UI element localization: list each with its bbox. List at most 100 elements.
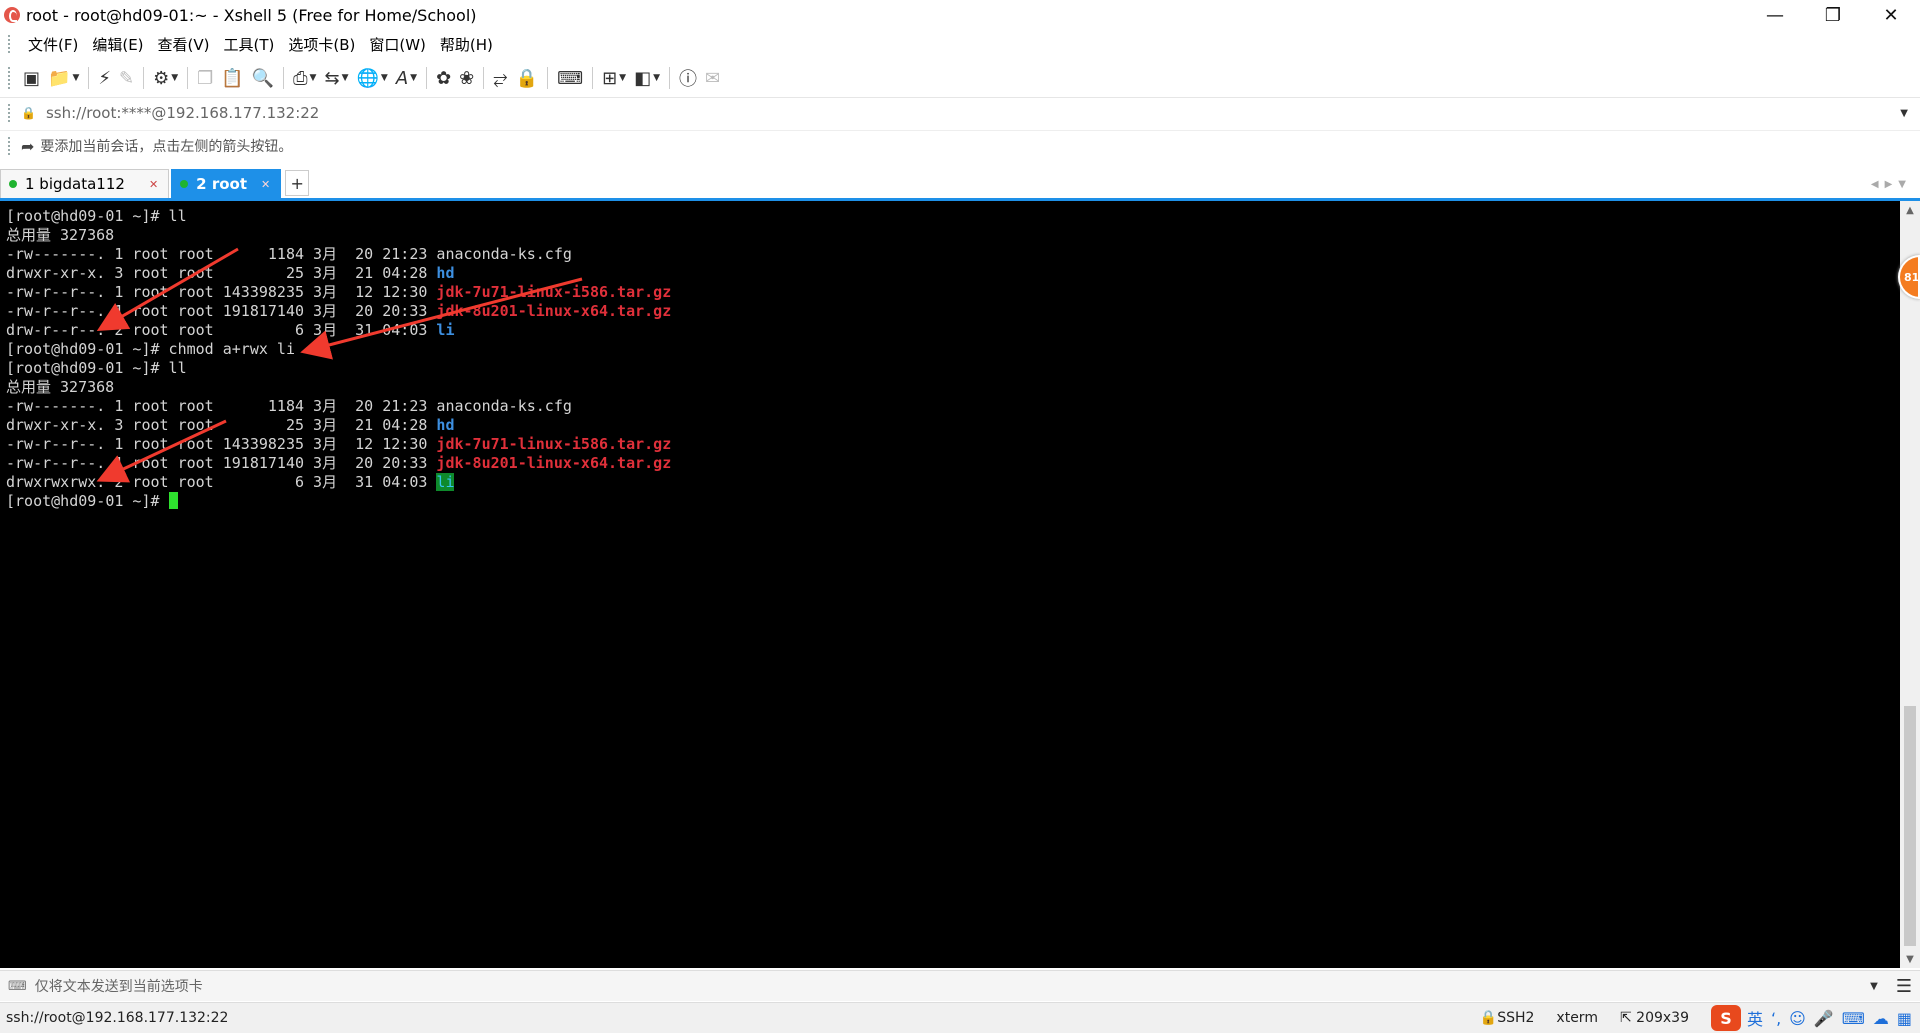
toolbar-divider bbox=[143, 67, 145, 89]
skin-icon[interactable]: ☁ bbox=[1873, 1009, 1889, 1028]
connected-status-dot-icon bbox=[180, 180, 189, 188]
status-protocol: 🔒SSH2 bbox=[1480, 1010, 1535, 1026]
copy-icon[interactable]: ❐ bbox=[193, 65, 217, 91]
chevron-down-icon[interactable]: ▼ bbox=[381, 73, 388, 83]
address-grip[interactable] bbox=[8, 104, 13, 122]
soft-keyboard-icon[interactable]: ⌨ bbox=[1842, 1009, 1865, 1028]
minimize-button[interactable]: — bbox=[1746, 0, 1804, 30]
hamburger-menu-icon[interactable]: ☰ bbox=[1896, 976, 1912, 997]
address-bar: 🔒 ▼ bbox=[0, 97, 1920, 128]
layout-icon[interactable]: ◧ ▼ bbox=[630, 65, 664, 91]
properties-icon[interactable]: ⚙ ▼ bbox=[149, 65, 182, 91]
status-terminal-type: xterm bbox=[1556, 1010, 1598, 1026]
address-dropdown-icon[interactable]: ▼ bbox=[1900, 108, 1908, 119]
compose-icon[interactable]: ⌨ bbox=[8, 979, 27, 994]
compose-dropdown-icon[interactable]: ▼ bbox=[1870, 981, 1878, 992]
chevron-down-icon[interactable]: ▼ bbox=[619, 73, 626, 83]
add-tab-button[interactable]: + bbox=[285, 170, 310, 196]
session-hint-bar: ➦ 要添加当前会话，点击左侧的箭头按钮。 bbox=[0, 130, 1920, 161]
toolbar-divider bbox=[187, 67, 189, 89]
scroll-down-icon[interactable]: ▼ bbox=[1900, 950, 1920, 968]
maximize-button[interactable]: ❐ bbox=[1804, 0, 1862, 30]
toolbar-divider bbox=[426, 67, 428, 89]
red-annotation-arrow bbox=[96, 247, 239, 332]
punctuation-icon[interactable]: ‘, bbox=[1771, 1009, 1781, 1028]
disconnect-icon[interactable]: ✎ bbox=[115, 65, 138, 91]
status-protocol-text: SSH2 bbox=[1497, 1010, 1535, 1026]
status-size: ⇱ 209x39 bbox=[1620, 1010, 1689, 1026]
resize-icon: ⇱ bbox=[1619, 1010, 1637, 1026]
microphone-icon[interactable]: 🎤 bbox=[1814, 1009, 1834, 1028]
compose-bar: ⌨ 仅将文本发送到当前选项卡 ▼ ☰ bbox=[0, 970, 1920, 1001]
close-button[interactable]: ✕ bbox=[1862, 0, 1920, 30]
chevron-down-icon[interactable]: ▼ bbox=[342, 73, 349, 83]
chevron-down-icon[interactable]: ▼ bbox=[72, 73, 79, 83]
red-annotation-arrow bbox=[300, 277, 583, 360]
globe-icon[interactable]: 🌐 ▼ bbox=[352, 65, 391, 91]
terminal-scrollbar[interactable]: ▲ ▼ bbox=[1900, 201, 1920, 968]
menu-help[interactable]: 帮助(H) bbox=[433, 34, 500, 55]
print-icon[interactable]: ⎙ ▼ bbox=[289, 65, 320, 91]
menu-tabs[interactable]: 选项卡(B) bbox=[281, 34, 362, 55]
xshell-app-icon[interactable] bbox=[4, 7, 20, 23]
lock-icon[interactable]: 🔒 bbox=[512, 65, 542, 91]
menu-bar: 文件(F) 编辑(E) 查看(V) 工具(T) 选项卡(B) 窗口(W) 帮助(… bbox=[0, 30, 1920, 58]
menu-grip[interactable] bbox=[8, 35, 13, 53]
chevron-down-icon[interactable]: ▼ bbox=[171, 73, 178, 83]
toolbar: ▣ 📁 ▼ ⚡ ✎ ⚙ ▼ ❐ 📋 🔍 ⎙ ▼ ⇆ ▼ 🌐 ▼ A ▼ ✿ ❀ ⥂ 🔒 ⌨ … bbox=[0, 60, 1920, 96]
terminal-pane[interactable]: [root@hd09-01 ~]# ll 总用量 327368 -rw-------… bbox=[0, 201, 1900, 968]
chevron-down-icon[interactable]: ▼ bbox=[653, 73, 660, 83]
scroll-thumb[interactable] bbox=[1904, 706, 1916, 946]
help-icon[interactable]: ⓘ bbox=[675, 65, 701, 91]
status-size-text: 209x39 bbox=[1636, 1010, 1689, 1026]
tab-label: 2 root bbox=[196, 175, 248, 193]
tab-bigdata112[interactable]: 1 bigdata112 ✕ bbox=[0, 169, 170, 198]
transfer-icon[interactable]: ⇆ ▼ bbox=[320, 65, 352, 91]
ime-tray: S 英 ‘, ☺ 🎤 ⌨ ☁ ▦ bbox=[1710, 1003, 1920, 1033]
menu-view[interactable]: 查看(V) bbox=[151, 34, 217, 55]
add-session-arrow-icon[interactable]: ➦ bbox=[21, 137, 34, 156]
reconnect-icon[interactable]: ⚡ bbox=[94, 65, 115, 91]
toolbar-divider bbox=[283, 67, 285, 89]
chat-icon[interactable]: ✉ bbox=[701, 65, 724, 91]
menu-file[interactable]: 文件(F) bbox=[21, 34, 85, 55]
toolbar-grip[interactable] bbox=[8, 67, 13, 89]
paste-icon[interactable]: 📋 bbox=[217, 65, 247, 91]
emoji-icon[interactable]: ☺ bbox=[1789, 1009, 1806, 1028]
hint-grip[interactable] bbox=[8, 137, 13, 155]
new-session-icon[interactable]: ▣ bbox=[19, 65, 44, 91]
sogou-ime-icon[interactable]: S bbox=[1710, 1005, 1741, 1031]
tab-scroll-arrows-icon[interactable]: ◀▶▼ bbox=[1871, 179, 1912, 190]
toolbox-icon[interactable]: ▦ bbox=[1897, 1009, 1912, 1028]
tab-close-icon[interactable]: ✕ bbox=[149, 178, 158, 191]
menu-edit[interactable]: 编辑(E) bbox=[85, 34, 150, 55]
new-tab-icon[interactable]: ⊞ ▼ bbox=[598, 65, 630, 91]
chevron-down-icon[interactable]: ▼ bbox=[310, 73, 317, 83]
keyboard-icon[interactable]: ⌨ bbox=[553, 65, 587, 91]
tab-label: 1 bigdata112 bbox=[25, 175, 125, 193]
menu-window[interactable]: 窗口(W) bbox=[362, 34, 433, 55]
tab-root[interactable]: 2 root ✕ bbox=[171, 169, 282, 198]
toolbar-divider bbox=[547, 67, 549, 89]
compose-input[interactable]: 仅将文本发送到当前选项卡 bbox=[35, 976, 1870, 996]
font-icon[interactable]: A ▼ bbox=[392, 65, 421, 91]
status-lock-icon: 🔒 bbox=[1479, 1010, 1498, 1026]
tab-bar: 1 bigdata112 ✕ 2 root ✕ + ◀▶▼ bbox=[0, 168, 1920, 198]
menu-tools[interactable]: 工具(T) bbox=[217, 34, 282, 55]
xftp-icon[interactable]: ✿ bbox=[432, 65, 455, 91]
chevron-down-icon[interactable]: ▼ bbox=[410, 73, 417, 83]
tab-close-icon[interactable]: ✕ bbox=[261, 178, 270, 191]
connected-status-dot-icon bbox=[9, 180, 17, 188]
toolbar-divider bbox=[592, 67, 594, 89]
toolbar-divider bbox=[88, 67, 90, 89]
toolbar-divider bbox=[669, 67, 671, 89]
xmanager-icon[interactable]: ❀ bbox=[455, 65, 478, 91]
fullscreen-icon[interactable]: ⥂ bbox=[489, 65, 511, 91]
status-bar: ssh://root@192.168.177.132:22 🔒SSH2 xter… bbox=[0, 1002, 1920, 1033]
open-folder-icon[interactable]: 📁 ▼ bbox=[44, 65, 83, 91]
ime-language[interactable]: 英 bbox=[1747, 1006, 1763, 1030]
find-icon[interactable]: 🔍 bbox=[248, 65, 278, 91]
status-connection: ssh://root@192.168.177.132:22 bbox=[6, 1010, 229, 1026]
address-input[interactable] bbox=[43, 103, 1848, 123]
scroll-up-icon[interactable]: ▲ bbox=[1900, 201, 1920, 219]
